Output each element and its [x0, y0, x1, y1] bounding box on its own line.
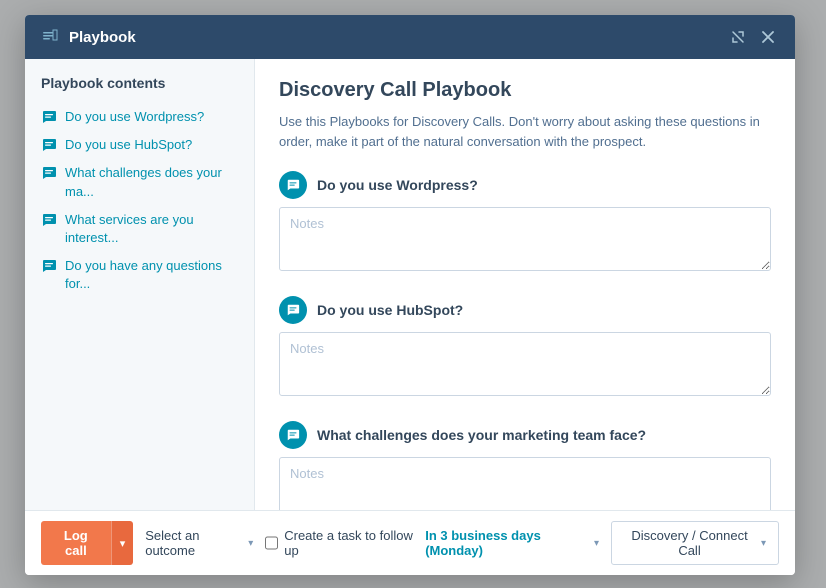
chat-icon-5 [41, 258, 57, 274]
sidebar-item-text-q1: Do you use Wordpress? [65, 108, 204, 126]
notes-textarea-3[interactable] [279, 457, 771, 510]
select-outcome-control[interactable]: Select an outcome ▾ [145, 528, 253, 558]
playbook-description: Use this Playbooks for Discovery Calls. … [279, 112, 771, 151]
select-outcome-chevron-icon: ▾ [248, 538, 253, 549]
task-followup-checkbox[interactable] [265, 536, 278, 550]
question-text-1: Do you use Wordpress? [317, 177, 478, 193]
sidebar-item-q3[interactable]: What challenges does your ma... [25, 159, 254, 205]
sidebar-item-text-q3: What challenges does your ma... [65, 164, 238, 200]
question-icon-2 [279, 296, 307, 324]
playbook-modal: Playbook Playbook contents [25, 15, 795, 575]
question-text-2: Do you use HubSpot? [317, 302, 463, 318]
modal-header-actions [727, 26, 779, 48]
sidebar-item-text-q2: Do you use HubSpot? [65, 136, 192, 154]
sidebar-item-q4[interactable]: What services are you interest... [25, 206, 254, 252]
playbook-header-icon [41, 28, 59, 46]
sidebar-item-q2[interactable]: Do you use HubSpot? [25, 131, 254, 159]
question-header-3: What challenges does your marketing team… [279, 421, 771, 449]
question-header-2: Do you use HubSpot? [279, 296, 771, 324]
log-call-dropdown-chevron: ▾ [120, 538, 126, 550]
call-type-chevron-icon: ▾ [761, 538, 766, 549]
task-followup-date[interactable]: In 3 business days (Monday) [425, 528, 588, 558]
chat-icon-1 [41, 109, 57, 125]
task-followup-label: Create a task to follow up [284, 528, 419, 558]
expand-button[interactable] [727, 26, 749, 48]
question-block-2: Do you use HubSpot? [279, 296, 771, 399]
sidebar-title: Playbook contents [25, 75, 254, 103]
log-call-group: Log call ▾ [41, 521, 133, 565]
task-date-chevron-icon: ▾ [594, 538, 599, 549]
question-icon-3 [279, 421, 307, 449]
main-content: Discovery Call Playbook Use this Playboo… [255, 59, 795, 510]
playbook-title: Discovery Call Playbook [279, 79, 771, 102]
sidebar-item-text-q4: What services are you interest... [65, 211, 238, 247]
call-type-label: Discovery / Connect Call [624, 528, 755, 558]
question-block-1: Do you use Wordpress? [279, 171, 771, 274]
call-type-button[interactable]: Discovery / Connect Call ▾ [611, 521, 779, 565]
modal-body: Playbook contents Do you use Wordpress? [25, 59, 795, 510]
task-followup-group: Create a task to follow up In 3 business… [265, 528, 599, 558]
log-call-button[interactable]: Log call [41, 521, 111, 565]
select-outcome-label: Select an outcome [145, 528, 244, 558]
sidebar-item-q1[interactable]: Do you use Wordpress? [25, 103, 254, 131]
modal-header: Playbook [25, 15, 795, 59]
sidebar-item-text-q5: Do you have any questions for... [65, 257, 238, 293]
question-header-1: Do you use Wordpress? [279, 171, 771, 199]
log-call-dropdown-button[interactable]: ▾ [111, 521, 134, 565]
sidebar: Playbook contents Do you use Wordpress? [25, 59, 255, 510]
question-block-3: What challenges does your marketing team… [279, 421, 771, 510]
chat-icon-4 [41, 212, 57, 228]
notes-textarea-1[interactable] [279, 207, 771, 271]
close-button[interactable] [757, 26, 779, 48]
chat-icon-3 [41, 165, 57, 181]
question-icon-1 [279, 171, 307, 199]
sidebar-item-q5[interactable]: Do you have any questions for... [25, 252, 254, 298]
bottom-bar: Log call ▾ Select an outcome ▾ Create a … [25, 510, 795, 575]
modal-title: Playbook [69, 29, 717, 46]
chat-icon-2 [41, 137, 57, 153]
question-text-3: What challenges does your marketing team… [317, 427, 646, 443]
notes-textarea-2[interactable] [279, 332, 771, 396]
